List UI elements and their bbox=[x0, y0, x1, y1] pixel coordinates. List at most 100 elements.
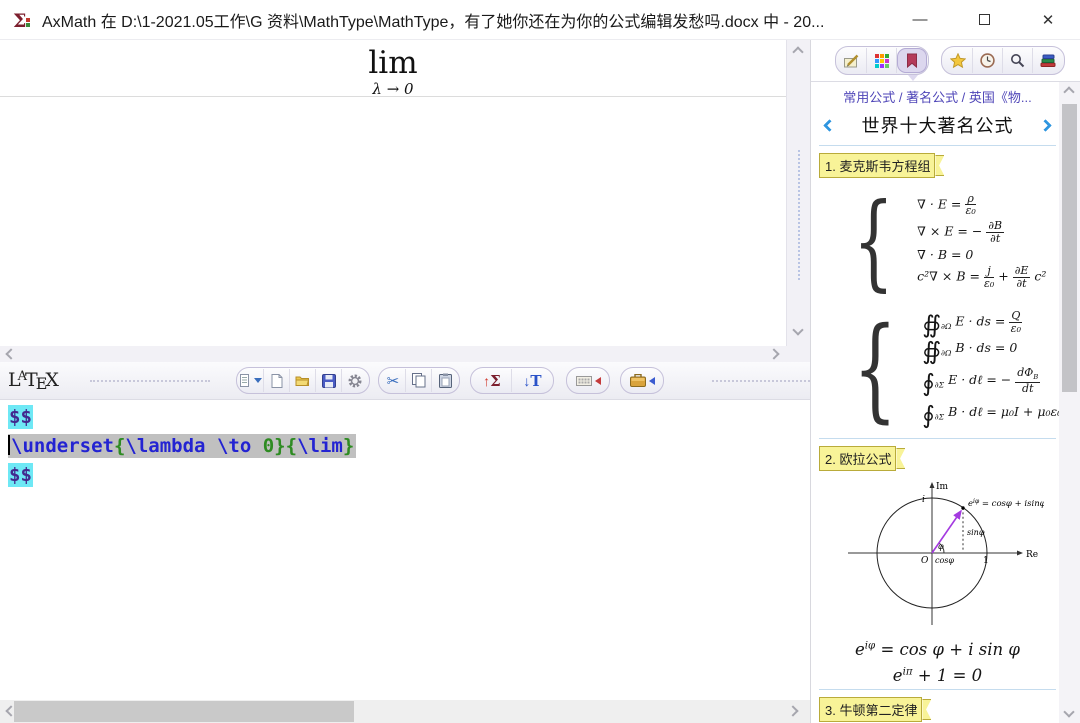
latex-logo: LATEX bbox=[8, 369, 66, 393]
code-token: \lim bbox=[297, 435, 343, 457]
left-brace: { bbox=[853, 180, 894, 302]
equation: ∇ × E = − ∂B∂t bbox=[917, 220, 1046, 244]
section-tag-label: 3. 牛顿第二定律 bbox=[819, 697, 922, 722]
clock-icon bbox=[980, 53, 995, 68]
export-as-text-button[interactable]: ↓ T bbox=[512, 369, 552, 392]
equation: ∮∂Σ E · dℓ = − dΦBdt bbox=[922, 367, 1080, 396]
i-label: i bbox=[922, 495, 925, 505]
editor-horizontal-scrollbar[interactable] bbox=[0, 700, 810, 723]
cut-button[interactable]: ✂ bbox=[380, 369, 406, 392]
next-page-icon[interactable] bbox=[1039, 119, 1052, 132]
tag-tail-decoration bbox=[922, 699, 931, 720]
code-token: { bbox=[286, 435, 297, 457]
section-tag-newton[interactable]: 3. 牛顿第二定律 bbox=[819, 697, 931, 722]
scroll-right-icon[interactable] bbox=[768, 348, 779, 359]
save-floppy-icon bbox=[322, 374, 336, 388]
transfer-button-group: ↑ Σ ↓ T bbox=[470, 367, 554, 394]
input-mode-group bbox=[835, 46, 929, 75]
tab-sketch-input[interactable] bbox=[837, 48, 867, 73]
clipboard-paste-icon bbox=[439, 373, 452, 388]
briefcase-icon bbox=[630, 374, 646, 387]
sigma-icon: Σ bbox=[490, 372, 501, 390]
scroll-up-icon[interactable] bbox=[1063, 86, 1074, 97]
minimize-button[interactable]: — bbox=[888, 0, 952, 39]
open-file-button[interactable] bbox=[290, 369, 316, 392]
preview-vertical-scrollbar[interactable] bbox=[786, 40, 810, 346]
code-line[interactable]: $$ bbox=[8, 461, 810, 490]
copy-button[interactable] bbox=[406, 369, 432, 392]
euler-identity[interactable]: eiπ + 1 = 0 bbox=[819, 666, 1056, 685]
code-token bbox=[205, 435, 216, 457]
maximize-button[interactable] bbox=[952, 0, 1016, 39]
preview-horizontal-scrollbar[interactable] bbox=[0, 346, 810, 362]
scrollbar-thumb[interactable] bbox=[1062, 104, 1077, 392]
new-document-button[interactable] bbox=[264, 369, 290, 392]
section-tag-euler[interactable]: 2. 欧拉公式 bbox=[819, 446, 905, 471]
axmath-window: Σ AxMath 在 D:\1-2021.05工作\G 资料\MathType\… bbox=[0, 0, 1080, 723]
tab-recent[interactable] bbox=[973, 48, 1003, 73]
rendered-formula: lim λ → 0 bbox=[0, 46, 786, 98]
scroll-left-icon[interactable] bbox=[5, 348, 16, 359]
close-button[interactable]: ✕ bbox=[1016, 0, 1080, 39]
code-line[interactable]: $$ bbox=[8, 403, 810, 432]
file-button-group bbox=[236, 367, 370, 394]
toolbar-separator-dots bbox=[90, 380, 211, 382]
scroll-down-icon[interactable] bbox=[792, 324, 803, 335]
down-arrow-icon: ↓ bbox=[523, 373, 530, 389]
gear-icon bbox=[347, 373, 363, 389]
window-title: AxMath 在 D:\1-2021.05工作\G 资料\MathType\Ma… bbox=[42, 8, 888, 32]
scroll-up-icon[interactable] bbox=[792, 46, 803, 57]
collapse-left-icon bbox=[649, 377, 655, 385]
code-token: { bbox=[114, 435, 125, 457]
code-token: \underset bbox=[11, 435, 114, 457]
code-token: } bbox=[274, 435, 285, 457]
search-icon bbox=[1010, 53, 1025, 68]
prev-page-icon[interactable] bbox=[823, 119, 836, 132]
panel-title: 世界十大著名公式 bbox=[862, 112, 1014, 138]
euler-unit-circle-diagram[interactable]: Im Re O 1 i φ cosφ sinφ eiφ = cosφ + isi… bbox=[832, 475, 1044, 633]
svg-text:Σ: Σ bbox=[13, 10, 26, 31]
settings-button[interactable] bbox=[342, 369, 368, 392]
code-token: \to bbox=[217, 435, 251, 457]
soft-keyboard-toggle-button[interactable] bbox=[568, 369, 608, 392]
tab-handbook[interactable] bbox=[1033, 48, 1063, 73]
tab-favorites[interactable] bbox=[943, 48, 973, 73]
document-menu-icon bbox=[240, 374, 252, 388]
scroll-down-icon[interactable] bbox=[1063, 706, 1074, 717]
menu-button[interactable] bbox=[238, 369, 264, 392]
cos-label: cosφ bbox=[935, 556, 954, 565]
scrollbar-thumb[interactable] bbox=[14, 701, 354, 722]
unit-label: 1 bbox=[983, 556, 989, 566]
toolbar-separator-dots bbox=[712, 380, 810, 382]
symbol-case-toggle-button[interactable] bbox=[622, 369, 662, 392]
code-line[interactable]: \underset{\lambda \to 0}{\lim} bbox=[8, 432, 810, 461]
section-tag-label: 1. 麦克斯韦方程组 bbox=[819, 153, 935, 178]
formula-library-sidebar: 常用公式 / 著名公式 / 英国《物... 世界十大著名公式 1. 麦克斯韦方程… bbox=[810, 40, 1080, 723]
save-button[interactable] bbox=[316, 369, 342, 392]
formula-preview-pane[interactable]: lim λ → 0 bbox=[0, 40, 786, 346]
breadcrumb[interactable]: 常用公式 / 著名公式 / 英国《物... bbox=[819, 87, 1056, 106]
maxwell-differential-equations[interactable]: { ∇ · E = ρε₀ ∇ × E = − ∂B∂t ∇ · B = 0 c… bbox=[853, 180, 1056, 302]
paste-button[interactable] bbox=[432, 369, 458, 392]
equation: ∇ · B = 0 bbox=[917, 247, 1046, 262]
equation: ∯∂Ω B · ds = 0 bbox=[922, 340, 1080, 364]
latex-toolbar: LATEX bbox=[0, 362, 810, 400]
tab-symbol-palette[interactable] bbox=[867, 48, 897, 73]
sidebar-vertical-scrollbar[interactable] bbox=[1059, 82, 1080, 723]
tab-search[interactable] bbox=[1003, 48, 1033, 73]
section-tag-maxwell[interactable]: 1. 麦克斯韦方程组 bbox=[819, 153, 944, 178]
import-to-axmath-button[interactable]: ↑ Σ bbox=[472, 369, 512, 392]
panel-title-row: 世界十大著名公式 bbox=[819, 109, 1056, 141]
formula-library-panel: 常用公式 / 著名公式 / 英国《物... 世界十大著名公式 1. 麦克斯韦方程… bbox=[811, 82, 1080, 723]
euler-formula[interactable]: eiφ = cos φ + i sin φ bbox=[819, 640, 1056, 659]
bookmark-icon bbox=[905, 53, 919, 68]
scroll-right-icon[interactable] bbox=[787, 705, 798, 716]
maximize-icon bbox=[979, 14, 990, 25]
up-arrow-icon: ↑ bbox=[483, 373, 490, 389]
maxwell-integral-equations[interactable]: { ∯∂Ω E · ds = Qε₀ ∯∂Ω B · ds = 0 ∮∂Σ E … bbox=[853, 304, 1056, 434]
tab-formula-library[interactable] bbox=[897, 48, 927, 73]
books-stack-icon bbox=[1040, 54, 1056, 68]
text-caret bbox=[8, 435, 10, 455]
pane-splitter-handle[interactable] bbox=[798, 150, 800, 280]
latex-editor[interactable]: $$\underset{\lambda \to 0}{\lim}$$ bbox=[0, 400, 810, 700]
